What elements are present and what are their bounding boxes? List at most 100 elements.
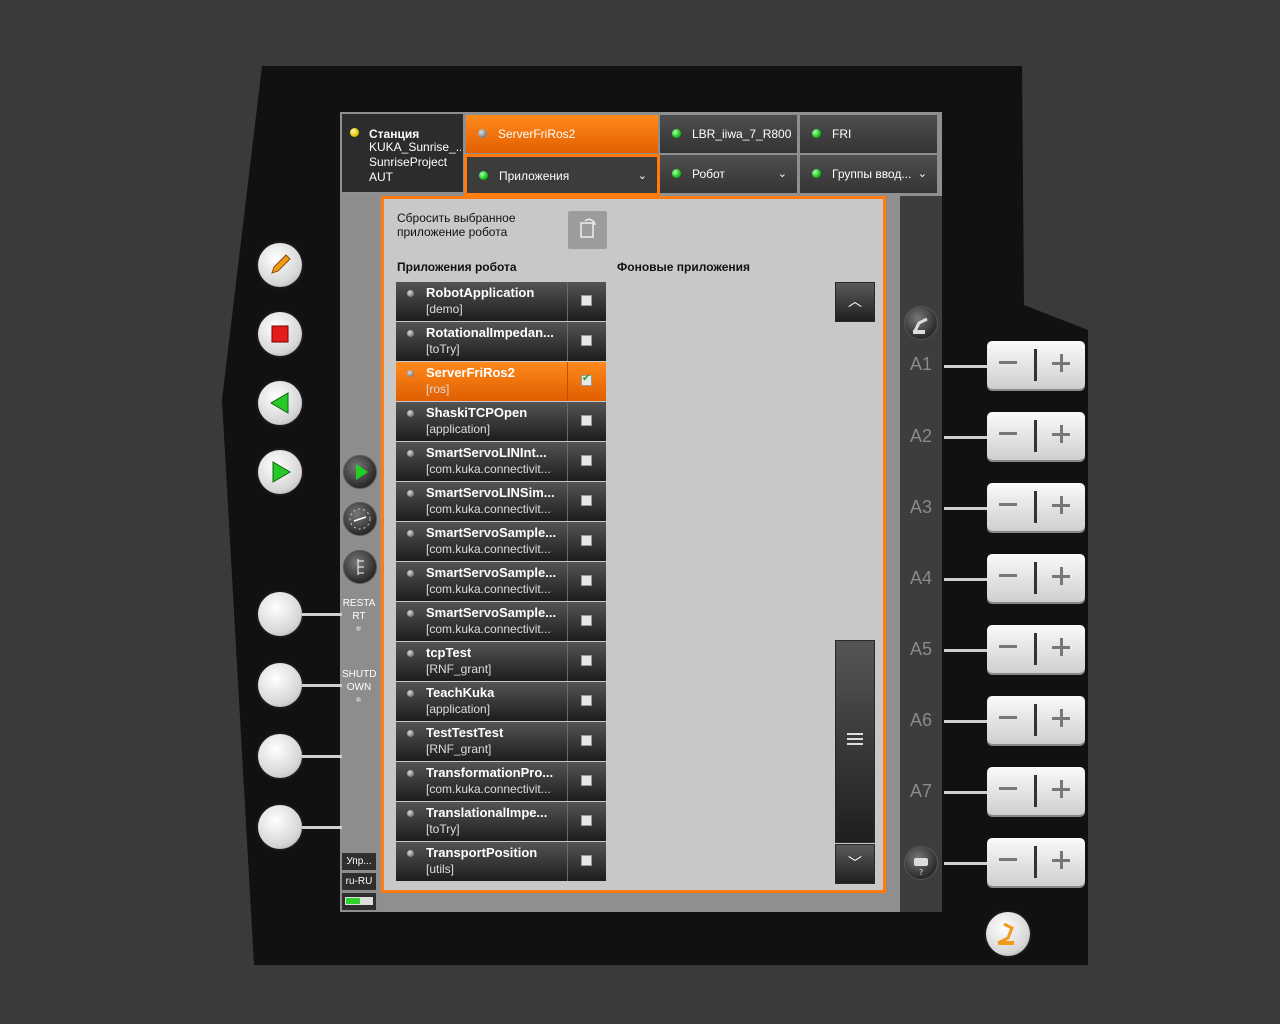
app-checkbox[interactable] — [581, 495, 592, 506]
start-program-button[interactable] — [343, 455, 377, 489]
axis-label-a3: A3 — [910, 497, 933, 517]
shutdown-label[interactable]: SHUTD OWN — [342, 668, 376, 694]
list-item[interactable]: TranslationalImpe... [toTry] — [396, 802, 606, 841]
axis-label-a1: A1 — [910, 354, 933, 374]
jog-mode-button[interactable] — [343, 550, 377, 584]
robot-arm-icon — [913, 317, 928, 334]
tab-label: ServerFriRos2 — [498, 127, 576, 141]
edit-button[interactable] — [258, 243, 302, 287]
app-checkbox[interactable] — [581, 335, 592, 346]
jog-key-a1[interactable] — [987, 341, 1085, 389]
app-checkbox[interactable] — [581, 535, 592, 546]
tab-robot-lbr[interactable]: LBR_iiwa_7_R800 — [660, 115, 797, 153]
hardkey-4[interactable] — [258, 805, 302, 849]
tab-app-serverfriros2[interactable]: ServerFriRos2 — [466, 115, 658, 153]
jog-key-a5[interactable] — [987, 625, 1085, 673]
list-item[interactable]: SmartServoLINSim... [com.kuka.connectivit… — [396, 482, 606, 521]
app-checkbox[interactable] — [581, 775, 592, 786]
override-button[interactable] — [343, 502, 377, 536]
tab-label: Робот — [692, 167, 725, 181]
pencil-icon — [271, 254, 291, 274]
robot-arm-icon — [998, 922, 1014, 945]
background-apps-header: Фоновые приложения — [617, 260, 751, 274]
hardkey-1[interactable] — [258, 592, 302, 636]
app-checkbox[interactable] — [581, 295, 592, 306]
hardkey-1-stem — [302, 613, 342, 616]
station-mode: AUT — [369, 170, 393, 184]
restart-led — [356, 626, 361, 631]
list-item[interactable]: SmartServoSample... [com.kuka.connectivit… — [396, 522, 606, 561]
jog-key-a7[interactable] — [987, 767, 1085, 815]
robot-status-led — [672, 129, 681, 138]
jog-stem — [944, 649, 988, 652]
scrollbar-thumb[interactable] — [835, 640, 875, 843]
app-checkbox[interactable] — [581, 815, 592, 826]
jog-stem — [944, 365, 988, 368]
app-checkbox[interactable] — [581, 415, 592, 426]
app-checkbox[interactable] — [581, 455, 592, 466]
stop-icon — [271, 325, 289, 343]
jog-key-extra[interactable] — [987, 838, 1085, 886]
app-checkbox[interactable] — [581, 575, 592, 586]
language-button[interactable]: ru-RU — [342, 873, 376, 890]
tab-io-groups[interactable]: Группы ввод... ⌄ — [800, 155, 937, 193]
list-item[interactable]: TeachKuka [application] — [396, 682, 606, 721]
axis-label-a2: A2 — [910, 426, 933, 446]
jog-key-a3[interactable] — [987, 483, 1085, 531]
list-item[interactable]: SmartServoSample... [com.kuka.connectivit… — [396, 562, 606, 601]
app-checkbox-checked[interactable] — [581, 373, 592, 386]
shutdown-led — [356, 697, 361, 702]
reset-application-button[interactable] — [568, 211, 607, 249]
chevron-down-icon: ⌄ — [777, 168, 787, 180]
hardkey-3-stem — [302, 755, 342, 758]
minus-icon — [999, 361, 1017, 364]
reset-icon — [580, 218, 596, 238]
scroll-down-button[interactable]: ﹀ — [835, 844, 875, 884]
minus-icon — [999, 645, 1017, 648]
list-item[interactable]: TransportPosition [utils] — [396, 842, 606, 881]
scroll-up-button[interactable]: ︿ — [835, 282, 875, 322]
robot-space-button[interactable] — [986, 912, 1030, 956]
list-item[interactable]: tcpTest [RNF_grant] — [396, 642, 606, 681]
user-button[interactable]: Упр... — [342, 853, 376, 870]
list-item[interactable]: RotationalImpedan... [toTry] — [396, 322, 606, 361]
play-forward-button[interactable] — [258, 450, 302, 494]
applications-popup: Сбросить выбранное приложение робота При… — [381, 196, 886, 893]
stop-button[interactable] — [258, 312, 302, 356]
play-backward-icon — [270, 392, 289, 414]
jog-stem — [944, 436, 988, 439]
jog-key-a6[interactable] — [987, 696, 1085, 744]
app-checkbox[interactable] — [581, 855, 592, 866]
tab-robot[interactable]: Робот ⌄ — [660, 155, 797, 193]
list-item[interactable]: SmartServoLINInt... [com.kuka.connectivit… — [396, 442, 606, 481]
plus-icon — [1052, 709, 1070, 727]
hardkey-2[interactable] — [258, 663, 302, 707]
play-backward-button[interactable] — [258, 381, 302, 425]
jog-key-a4[interactable] — [987, 554, 1085, 602]
restart-label[interactable]: RESTA RT — [342, 597, 376, 623]
plus-icon — [1052, 567, 1070, 585]
list-item[interactable]: TransformationPro... [com.kuka.connectivi… — [396, 762, 606, 801]
list-item-selected[interactable]: ServerFriRos2 [ros] — [396, 362, 606, 401]
list-item[interactable]: TestTestTest [RNF_grant] — [396, 722, 606, 761]
plus-icon — [1052, 780, 1070, 798]
robot-jog-button[interactable] — [904, 306, 938, 340]
tab-label: LBR_iiwa_7_R800 — [692, 127, 792, 141]
tab-label: FRI — [832, 127, 852, 141]
tab-fri[interactable]: FRI — [800, 115, 937, 153]
list-item[interactable]: SmartServoSample... [com.kuka.connectivit… — [396, 602, 606, 641]
hand-help-icon: ? — [914, 858, 928, 877]
battery-indicator — [342, 893, 376, 910]
list-item[interactable]: ShaskiTCPOpen [application] — [396, 402, 606, 441]
app-checkbox[interactable] — [581, 695, 592, 706]
app-checkbox[interactable] — [581, 735, 592, 746]
hardkey-3[interactable] — [258, 734, 302, 778]
app-status-led — [478, 129, 487, 138]
tab-applications[interactable]: Приложения ⌄ — [464, 154, 660, 196]
app-checkbox[interactable] — [581, 615, 592, 626]
jog-key-a2[interactable] — [987, 412, 1085, 460]
app-checkbox[interactable] — [581, 655, 592, 666]
list-item[interactable]: RobotApplication [demo] — [396, 282, 606, 321]
station-tab[interactable]: Станция KUKA_Sunrise_... SunriseProject … — [342, 114, 463, 192]
help-button[interactable]: ? — [904, 846, 938, 880]
